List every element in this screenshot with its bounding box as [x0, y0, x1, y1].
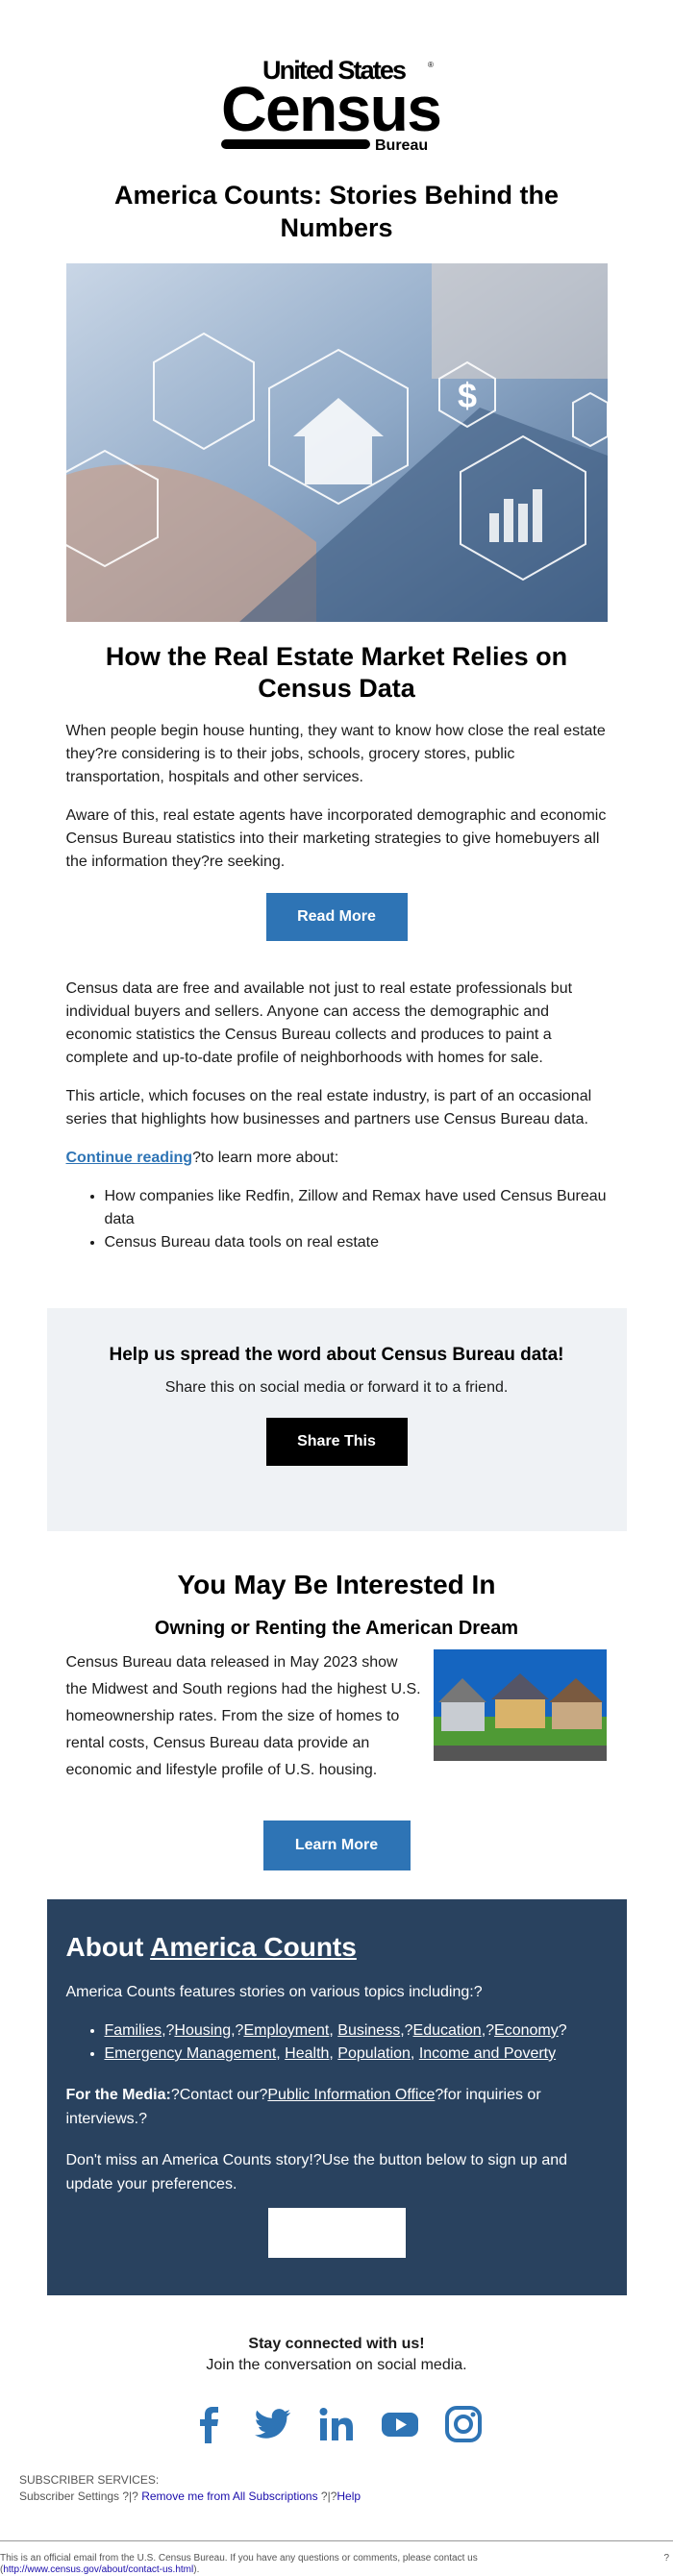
list-item: How companies like Redfin, Zillow and Re…: [105, 1185, 608, 1231]
interested-heading: You May Be Interested In: [177, 1570, 496, 1599]
sep: ?: [558, 2022, 567, 2039]
topics-row: Families,?Housing,?Employment, Business,…: [105, 2019, 608, 2043]
share-heading: Help us spread the word about Census Bur…: [109, 1345, 564, 1365]
topics-row: Emergency Management, Health, Population…: [105, 2043, 608, 2066]
list-item: Census Bureau data tools on real estate: [105, 1231, 608, 1254]
related-story-title[interactable]: Owning or Renting the American Dream: [66, 1618, 608, 1640]
media-contact: For the Media:?Contact our?Public Inform…: [66, 2083, 608, 2131]
instagram-icon[interactable]: [444, 2405, 483, 2443]
topic-link[interactable]: Income and Poverty: [419, 2045, 556, 2062]
public-information-office-link[interactable]: Public Information Office: [267, 2087, 435, 2103]
sep: ,: [410, 2045, 419, 2062]
sep: ,: [329, 2022, 338, 2039]
subscriber-label: SUBSCRIBER SERVICES:: [19, 2473, 160, 2487]
about-section: About America Counts America Counts feat…: [46, 1899, 627, 2295]
continue-text: ?to learn more about:: [192, 1150, 339, 1166]
media-label: For the Media:: [65, 2087, 171, 2103]
article-paragraph: Census data are free and available not j…: [65, 980, 573, 1066]
topic-link[interactable]: Families: [105, 2022, 162, 2039]
subscribe-prompt: Don't miss an America Counts story!?Use …: [65, 2152, 568, 2192]
stay-connected-heading: Stay connected with us!: [248, 2336, 425, 2352]
topic-link[interactable]: Employment: [243, 2022, 329, 2039]
svg-text:Bureau: Bureau: [375, 137, 428, 154]
topic-link[interactable]: Population: [337, 2045, 411, 2062]
topic-link[interactable]: Business: [337, 2022, 400, 2039]
topic-link[interactable]: Housing: [174, 2022, 231, 2039]
footer: This is an official email from the U.S. …: [0, 2540, 673, 2576]
youtube-icon[interactable]: [381, 2405, 419, 2443]
social-links: [0, 2405, 673, 2443]
contact-us-link[interactable]: http://www.census.gov/about/contact-us.h…: [3, 2564, 193, 2575]
social-text: Join the conversation on social media.: [206, 2357, 467, 2373]
footer-glyph: ?: [663, 2553, 669, 2564]
sep: ,: [329, 2045, 338, 2062]
article-heading: How the Real Estate Market Relies on Cen…: [105, 642, 568, 703]
subscribe-button[interactable]: Subscribe: [267, 2208, 406, 2258]
read-more-button[interactable]: Read More: [265, 893, 408, 941]
svg-text:$: $: [457, 376, 476, 415]
sep: ,?: [162, 2022, 175, 2039]
topic-link[interactable]: Economy: [494, 2022, 559, 2039]
about-heading: About America Counts: [66, 1932, 608, 1963]
svg-text:®: ®: [428, 61, 434, 69]
hero-image-laptop-hexagon-icons[interactable]: $: [65, 263, 608, 622]
continue-reading-line: Continue reading?to learn more about:: [66, 1147, 608, 1170]
svg-text:Census: Census: [221, 73, 442, 144]
learn-more-button[interactable]: Learn More: [262, 1821, 411, 1870]
related-story-text: Census Bureau data released in May 2023 …: [65, 1654, 421, 1778]
about-heading-prefix: About: [65, 1932, 151, 1962]
topic-link[interactable]: Emergency Management: [105, 2045, 277, 2062]
subscriber-services: SUBSCRIBER SERVICES: Subscriber Settings…: [19, 2472, 673, 2505]
sep: ,?: [231, 2022, 244, 2039]
linkedin-icon[interactable]: [317, 2405, 356, 2443]
facebook-icon[interactable]: [190, 2405, 229, 2443]
share-section: Help us spread the word about Census Bur…: [46, 1308, 627, 1531]
twitter-icon[interactable]: [254, 2405, 292, 2443]
sep: ,?: [481, 2022, 495, 2039]
share-text: Share this on social media or forward it…: [164, 1379, 509, 1396]
article-bullets: How companies like Redfin, Zillow and Re…: [105, 1185, 608, 1254]
article-paragraph: This article, which focuses on the real …: [65, 1088, 592, 1127]
continue-reading-link[interactable]: Continue reading: [66, 1150, 193, 1166]
houses-image[interactable]: [433, 1649, 607, 1761]
topic-link[interactable]: Health: [285, 2045, 329, 2062]
topics-list: Families,?Housing,?Employment, Business,…: [105, 2019, 608, 2066]
america-counts-link[interactable]: America Counts: [150, 1932, 357, 1962]
article-paragraph: When people begin house hunting, they wa…: [65, 723, 606, 785]
footer-text: This is an official email from the U.S. …: [0, 2553, 478, 2564]
about-intro: America Counts features stories on vario…: [65, 1984, 483, 2000]
topic-link[interactable]: Education: [413, 2022, 482, 2039]
sep: ,?: [400, 2022, 413, 2039]
census-bureau-logo[interactable]: United States ® Census Bureau: [221, 54, 452, 158]
share-this-button[interactable]: Share This: [265, 1418, 408, 1466]
newsletter-title: America Counts: Stories Behind the Numbe…: [113, 181, 560, 242]
media-text: ?Contact our?: [170, 2087, 268, 2103]
article-paragraph: Aware of this, real estate agents have i…: [65, 807, 607, 870]
sep: ,: [276, 2045, 286, 2062]
